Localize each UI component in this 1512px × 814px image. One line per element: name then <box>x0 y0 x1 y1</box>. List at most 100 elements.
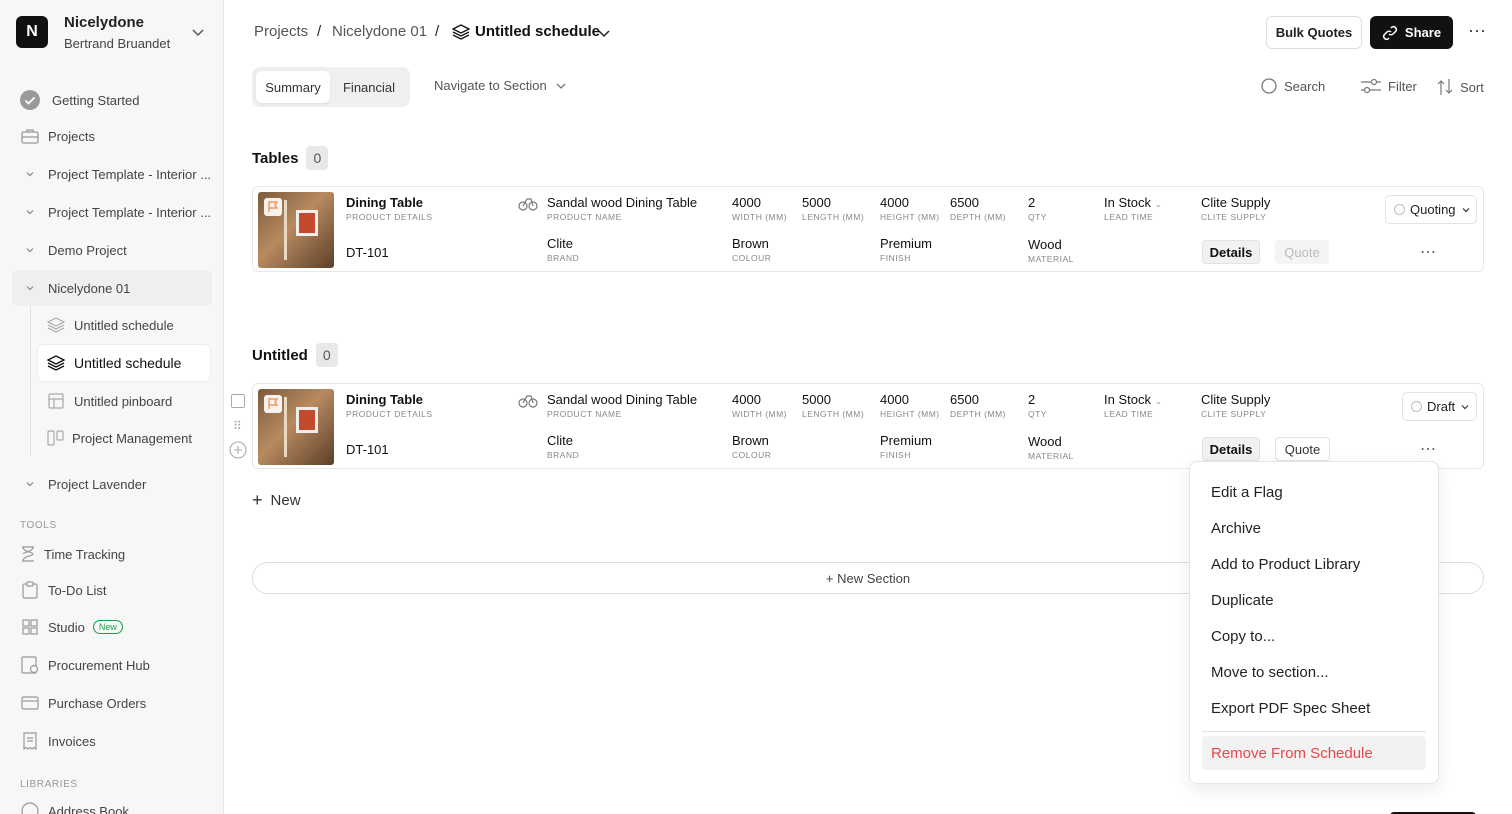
nav-time-tracking[interactable]: Time Tracking <box>20 543 125 565</box>
tree-item-demo-project[interactable]: Demo Project <box>20 238 127 262</box>
chevron-down-icon[interactable] <box>190 24 206 40</box>
field-label: HEIGHT (MM) <box>880 212 940 222</box>
sort-button[interactable]: Sort <box>1436 78 1484 96</box>
tab-summary[interactable]: Summary <box>256 71 330 103</box>
new-item-label: New <box>270 492 301 509</box>
nav-invoices[interactable]: Invoices <box>20 730 96 752</box>
quote-button[interactable]: Quote <box>1275 437 1330 461</box>
colour-value: Brown <box>732 433 769 448</box>
row-more-icon[interactable]: ⋯ <box>1420 242 1437 262</box>
tree-item-template-2[interactable]: Project Template - Interior ... <box>20 200 211 224</box>
nav-projects[interactable]: Projects <box>20 125 95 147</box>
menu-item-duplicate[interactable]: Duplicate <box>1202 583 1426 617</box>
nav-studio[interactable]: Studio New <box>20 616 123 638</box>
nav-procurement-hub[interactable]: Procurement Hub <box>20 654 150 676</box>
status-dropdown[interactable]: Draft <box>1402 392 1477 421</box>
chevron-down-icon[interactable] <box>597 26 611 40</box>
clipboard-icon <box>20 580 40 600</box>
material-value: Wood <box>1028 434 1062 449</box>
field-label: QTY <box>1028 212 1047 222</box>
breadcrumb-projects[interactable]: Projects <box>254 23 308 40</box>
workspace-name[interactable]: Nicelydone <box>64 14 144 31</box>
qty-value: 2 <box>1028 195 1036 210</box>
filter-button[interactable]: Filter <box>1360 78 1417 94</box>
field-label: DEPTH (MM) <box>950 409 1006 419</box>
tree-label: Project Template - Interior ... <box>48 166 212 182</box>
more-options-icon[interactable]: ⋯ <box>1468 21 1487 42</box>
product-title: Dining Table <box>346 195 424 210</box>
field-label: LEAD TIME <box>1104 212 1154 222</box>
tab-financial[interactable]: Financial <box>332 71 406 103</box>
tree-child-project-management[interactable]: Project Management <box>46 427 192 449</box>
quote-button[interactable]: Quote <box>1275 240 1329 264</box>
flag-icon[interactable] <box>264 395 282 413</box>
workspace-logo[interactable]: N <box>16 16 48 48</box>
field-label: MATERIAL <box>1028 451 1074 461</box>
nav-purchase-orders[interactable]: Purchase Orders <box>20 692 146 714</box>
tree-guide <box>30 306 31 456</box>
product-code: DT-101 <box>346 245 389 260</box>
share-button[interactable]: Share <box>1370 16 1453 49</box>
workspace-user: Bertrand Bruandet <box>64 36 171 51</box>
field-label: WIDTH (MM) <box>732 409 788 419</box>
schedule-item-row[interactable]: Dining Table PRODUCT DETAILS DT-101 Sanda… <box>252 383 1484 469</box>
flag-icon[interactable] <box>264 198 282 216</box>
field-label: PRODUCT NAME <box>547 409 622 419</box>
contact-icon <box>20 801 40 814</box>
row-checkbox[interactable] <box>231 394 245 408</box>
breadcrumb-project[interactable]: Nicelydone 01 <box>332 23 427 40</box>
menu-item-copy-to[interactable]: Copy to... <box>1202 619 1426 653</box>
menu-item-move-to-section[interactable]: Move to section... <box>1202 655 1426 689</box>
nav-todo-list[interactable]: To-Do List <box>20 579 107 601</box>
field-label: COLOUR <box>732 450 772 460</box>
field-label: CLITE SUPPLY <box>1201 409 1267 419</box>
search-button[interactable]: Search <box>1261 78 1325 95</box>
row-more-icon[interactable]: ⋯ <box>1420 439 1437 459</box>
menu-item-remove-from-schedule[interactable]: Remove From Schedule <box>1202 736 1426 770</box>
bulk-quotes-button[interactable]: Bulk Quotes <box>1266 16 1362 49</box>
chevron-down-icon <box>1462 207 1469 212</box>
procurement-icon <box>20 655 40 675</box>
product-name: Sandal wood Dining Table <box>547 392 698 407</box>
menu-item-archive[interactable]: Archive <box>1202 511 1426 545</box>
tree-label: Project Management <box>72 430 192 446</box>
menu-item-edit-flag[interactable]: Edit a Flag <box>1202 475 1426 509</box>
menu-item-add-to-library[interactable]: Add to Product Library <box>1202 547 1426 581</box>
add-row-icon[interactable] <box>229 441 247 459</box>
navigate-to-section-dropdown[interactable]: Navigate to Section <box>434 78 573 93</box>
nav-getting-started[interactable]: Getting Started <box>20 89 139 111</box>
field-label: LENGTH (MM) <box>802 212 865 222</box>
tree-label: Project Lavender <box>48 476 147 492</box>
tree-item-project-lavender[interactable]: Project Lavender <box>20 472 146 496</box>
chevron-down-icon <box>20 164 40 184</box>
status-dropdown[interactable]: Quoting <box>1385 195 1477 224</box>
tree-item-nicelydone-01[interactable]: Nicelydone 01 <box>12 270 212 306</box>
height-value: 4000 <box>880 392 909 407</box>
details-button[interactable]: Details <box>1202 240 1260 264</box>
drag-handle-icon[interactable]: ⠿ <box>233 419 242 433</box>
nav-address-book[interactable]: Address Book <box>20 800 129 814</box>
filter-icon <box>1361 78 1381 94</box>
breadcrumb-current[interactable]: Untitled schedule <box>475 23 600 40</box>
search-icon <box>1261 78 1277 94</box>
product-thumbnail <box>258 389 334 465</box>
finish-value: Premium <box>880 433 933 448</box>
artwork-image <box>296 210 318 236</box>
menu-item-export-pdf[interactable]: Export PDF Spec Sheet <box>1202 691 1426 725</box>
lead-time-dropdown[interactable]: In Stock ⌄ LEAD TIME <box>1104 195 1162 222</box>
chevron-down-icon <box>556 83 566 89</box>
schedule-item-row[interactable]: Dining Table PRODUCT DETAILS DT-101 Sanda… <box>252 186 1484 272</box>
tree-label: Demo Project <box>48 242 127 258</box>
section-title-tables[interactable]: Tables 0 <box>252 146 329 170</box>
tree-item-template-1[interactable]: Project Template - Interior ... <box>20 162 211 186</box>
lead-time-dropdown[interactable]: In Stock ⌄ LEAD TIME <box>1104 392 1162 419</box>
details-button[interactable]: Details <box>1202 437 1260 461</box>
section-title-untitled[interactable]: Untitled 0 <box>252 343 338 367</box>
new-item-button[interactable]: + New <box>252 490 301 511</box>
width-value: 4000 <box>732 195 761 210</box>
tree-child-schedule-2[interactable]: Untitled schedule <box>38 345 210 381</box>
tree-child-pinboard[interactable]: Untitled pinboard <box>46 390 172 412</box>
plus-icon: + <box>252 490 263 510</box>
field-label: MATERIAL <box>1028 254 1074 264</box>
tree-child-schedule-1[interactable]: Untitled schedule <box>46 314 174 336</box>
